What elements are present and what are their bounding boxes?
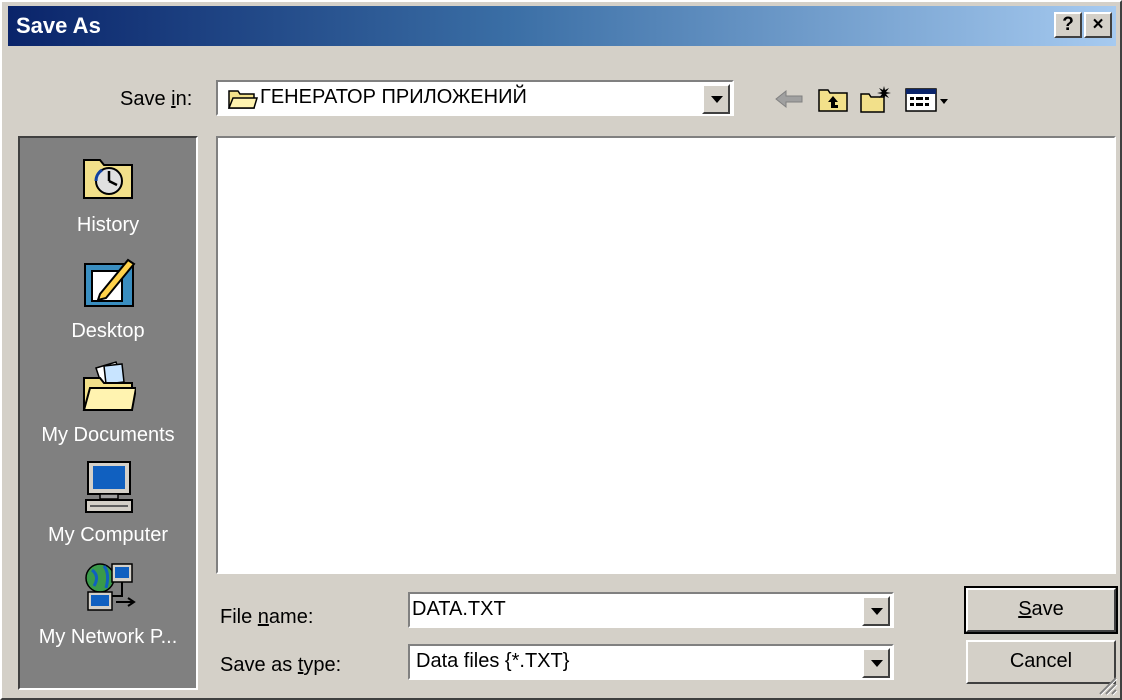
save-as-type-label: Save as type: xyxy=(220,654,342,676)
folder-open-icon xyxy=(228,90,258,109)
place-label: My Computer xyxy=(47,524,169,546)
chevron-down-icon xyxy=(711,96,723,103)
desktop-icon xyxy=(84,258,136,307)
places-bar: History Desktop My Documents My Computer… xyxy=(18,136,198,690)
save-in-dropdown-button[interactable] xyxy=(702,84,730,114)
place-label: Desktop xyxy=(71,320,145,342)
close-button[interactable]: × xyxy=(1084,12,1112,38)
save-as-type-value: Data files {*.TXT} xyxy=(416,650,570,672)
file-list-view[interactable] xyxy=(216,136,1116,574)
place-label: My Documents xyxy=(41,424,175,446)
file-name-input[interactable]: DATA.TXT xyxy=(412,598,506,621)
window-title: Save As xyxy=(16,13,101,38)
place-label: My Network P... xyxy=(38,626,178,648)
view-menu-icon[interactable] xyxy=(904,84,950,114)
save-as-dialog: Save As ? × Save in: ГЕНЕРАТОР ПРИЛОЖЕНИ… xyxy=(0,0,1122,700)
save-as-type-combobox[interactable]: Data files {*.TXT} xyxy=(408,644,894,680)
new-folder-icon[interactable] xyxy=(858,84,892,114)
back-arrow-icon[interactable] xyxy=(772,84,806,114)
title-bar[interactable]: Save As ? × xyxy=(8,6,1116,46)
my-documents-icon xyxy=(82,361,136,411)
chevron-down-icon xyxy=(871,608,883,615)
my-computer-icon xyxy=(85,461,133,513)
save-in-label: Save in: xyxy=(120,88,193,110)
save-in-combobox[interactable]: ГЕНЕРАТОР ПРИЛОЖЕНИЙ xyxy=(216,80,734,116)
resize-grip-icon[interactable] xyxy=(1096,674,1118,696)
place-label: History xyxy=(76,214,140,236)
save-in-value: ГЕНЕРАТОР ПРИЛОЖЕНИЙ xyxy=(260,86,527,108)
save-button[interactable]: Save xyxy=(964,586,1118,634)
save-as-type-dropdown-button[interactable] xyxy=(862,648,890,678)
file-name-label: File name: xyxy=(220,606,314,628)
cancel-button[interactable]: Cancel xyxy=(966,640,1116,684)
chevron-down-icon xyxy=(871,660,883,667)
history-icon xyxy=(83,159,133,199)
file-name-dropdown-button[interactable] xyxy=(862,596,890,626)
up-one-level-icon[interactable] xyxy=(816,84,850,114)
my-network-places-icon xyxy=(85,563,136,611)
file-name-combobox[interactable]: DATA.TXT xyxy=(408,592,894,628)
help-button[interactable]: ? xyxy=(1054,12,1082,38)
